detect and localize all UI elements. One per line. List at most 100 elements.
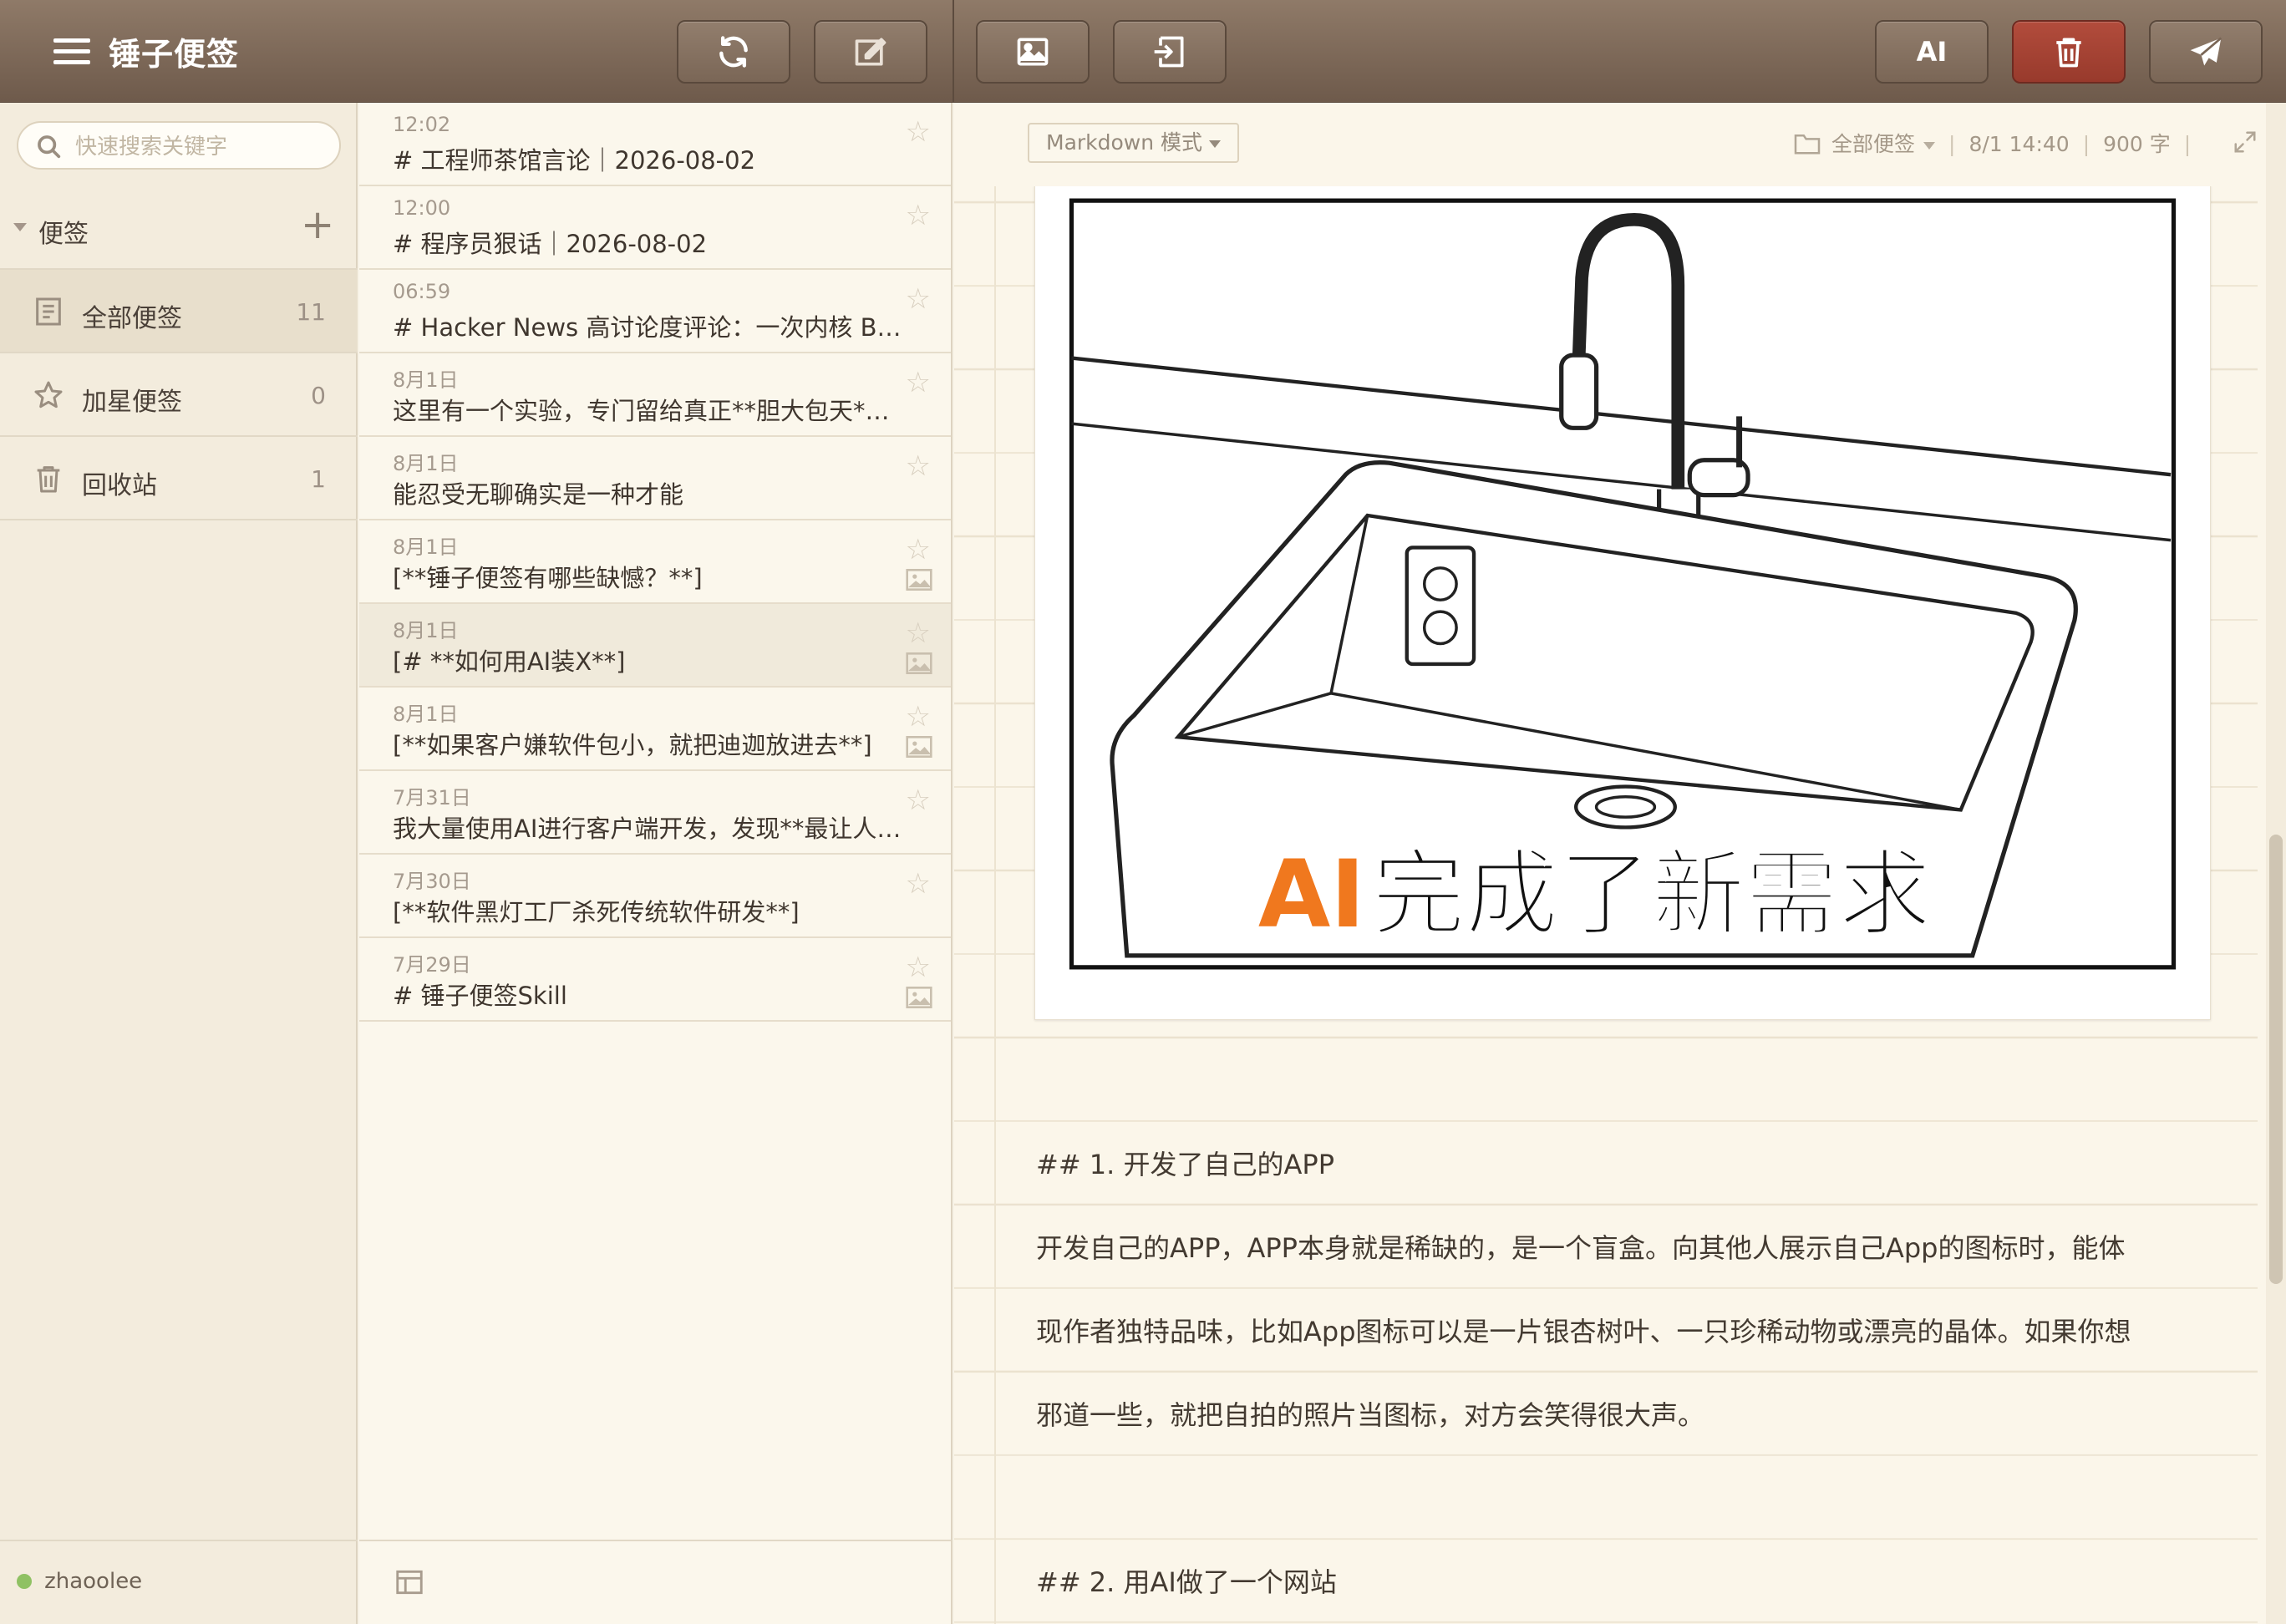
sidebar-item-count: 1 (311, 465, 326, 493)
delete-button[interactable] (2012, 20, 2126, 84)
note-time: 7月31日 (393, 786, 471, 809)
note-title: 这里有一个实验，专门留给真正**胆大包天*… (393, 397, 890, 425)
star-icon[interactable]: ☆ (906, 703, 931, 731)
note-list-item[interactable]: 12:00 # 程序员狠话｜2026-08-02 ☆ (359, 186, 951, 270)
heading-line: ## 2. 用AI做了一个网站 (1036, 1566, 1337, 1598)
note-list-item[interactable]: 8月1日 [# **如何用AI装X**] ☆ (359, 604, 951, 688)
editor-meta-bar: Markdown 模式 全部便签 | 8/1 14:40 | 900 字 | (954, 103, 2286, 186)
paragraph-line: 开发自己的APP，APP本身就是稀缺的，是一个盲盒。向其他人展示自己App的图标… (1036, 1232, 2126, 1264)
note-list-item[interactable]: 8月1日 [**锤子便签有哪些缺憾？**] ☆ (359, 520, 951, 604)
note-time: 8月1日 (393, 452, 459, 475)
caption-text: 完成了新需求 (1372, 840, 1932, 949)
menu-icon[interactable] (53, 38, 90, 65)
note-list-item[interactable]: 8月1日 [**如果客户嫌软件包小，就把迪迦放进去**] ☆ (359, 688, 951, 771)
sidebar-item-count: 0 (311, 382, 326, 409)
note-time: 8月1日 (393, 368, 459, 392)
search-box[interactable] (17, 121, 341, 170)
note-time: 7月30日 (393, 870, 471, 893)
sidebar-item-label: 加星便签 (82, 388, 182, 417)
star-icon (34, 381, 63, 409)
note-title: # 锤子便签Skill (393, 982, 567, 1010)
note-list-item[interactable]: 06:59 # Hacker News 高讨论度评论：一次内核 Bu… ☆ (359, 270, 951, 353)
markdown-mode-select[interactable]: Markdown 模式 (1028, 123, 1240, 163)
dropdown-arrow-icon (1923, 141, 1936, 150)
compose-icon (855, 38, 886, 66)
word-count: 900 字 (2103, 132, 2171, 156)
user-status[interactable]: zhaoolee (17, 1569, 142, 1594)
toolbar-divider (952, 0, 954, 103)
note-title: [**软件黑灯工厂杀死传统软件研发**] (393, 898, 800, 926)
image-icon (906, 569, 932, 591)
insert-image-button[interactable] (976, 20, 1090, 84)
note-title: # 程序员狠话｜2026-08-02 (393, 230, 708, 258)
star-icon[interactable]: ☆ (906, 786, 931, 815)
separator: | (1948, 132, 1956, 156)
caption-ai: AI (1258, 840, 1365, 949)
note-time: 7月29日 (393, 953, 471, 977)
sync-icon (719, 36, 748, 68)
note-time: 8月1日 (393, 619, 459, 642)
folder-icon (1794, 134, 1821, 155)
search-input[interactable] (75, 130, 326, 164)
folder-label: 全部便签 (1831, 132, 1916, 156)
trash-icon (37, 466, 60, 493)
star-icon[interactable]: ☆ (906, 368, 931, 397)
paragraph-line: 现作者独特品味，比如App图标可以是一片银杏树叶、一只珍稀动物或漂亮的晶体。如果… (1036, 1316, 2131, 1347)
note-icon (36, 297, 61, 326)
scrollbar-thumb[interactable] (2269, 835, 2283, 1284)
sync-button[interactable] (677, 20, 790, 84)
collapse-caret-icon[interactable] (13, 223, 27, 231)
layout-toggle-icon[interactable] (393, 1566, 426, 1598)
import-button[interactable] (1113, 20, 1227, 84)
note-list-item[interactable]: 12:02 # 工程师茶馆言论｜2026-08-02 ☆ (359, 103, 951, 186)
dropdown-arrow-icon (1209, 140, 1222, 148)
section-notes-header[interactable]: 便签 + (0, 186, 358, 270)
username: zhaoolee (44, 1569, 143, 1594)
sidebar-item-trash[interactable]: 回收站 1 (0, 437, 358, 520)
top-toolbar: 锤子便签 AI (0, 0, 2286, 103)
star-icon[interactable]: ☆ (906, 535, 931, 564)
send-icon (2190, 37, 2222, 66)
note-title: [# **如何用AI装X**] (393, 647, 626, 676)
star-icon[interactable]: ☆ (906, 953, 931, 982)
note-time: 8月1日 (393, 535, 459, 559)
note-time: 06:59 (393, 280, 451, 303)
sidebar-item-label: 全部便签 (82, 304, 182, 333)
fullscreen-icon[interactable] (2233, 129, 2258, 155)
star-icon[interactable]: ☆ (906, 118, 931, 146)
editor[interactable]: AI 完成了新需求 ## 1. 开发了自己的APP 开发自己的APP，APP本身… (954, 103, 2286, 1624)
star-icon[interactable]: ☆ (906, 201, 931, 230)
note-list-item[interactable]: 7月30日 [**软件黑灯工厂杀死传统软件研发**] ☆ (359, 855, 951, 938)
note-list-item[interactable]: 7月29日 # 锤子便签Skill ☆ (359, 938, 951, 1022)
separator: | (2082, 132, 2090, 156)
star-icon[interactable]: ☆ (906, 452, 931, 480)
embedded-image[interactable]: AI 完成了新需求 (1034, 185, 2211, 1020)
image-icon (906, 736, 932, 758)
editor-scrollbar[interactable] (2266, 103, 2286, 1624)
mode-label: Markdown 模式 (1046, 130, 1203, 155)
star-icon[interactable]: ☆ (906, 870, 931, 898)
sidebar-item-label: 回收站 (82, 471, 157, 500)
share-button[interactable] (2149, 20, 2263, 84)
star-icon[interactable]: ☆ (906, 619, 931, 647)
star-icon[interactable]: ☆ (906, 285, 931, 313)
trash-icon (2056, 38, 2081, 68)
new-note-button[interactable] (814, 20, 927, 84)
image-icon (906, 652, 932, 674)
ai-button[interactable]: AI (1875, 20, 1989, 84)
note-title: [**如果客户嫌软件包小，就把迪迦放进去**] (393, 731, 872, 759)
image-icon (1017, 38, 1049, 66)
note-list-item[interactable]: 8月1日这里有一个实验，专门留给真正**胆大包天*… ☆ (359, 353, 951, 437)
sidebar-footer-divider (0, 1540, 358, 1541)
note-list-footer-divider (359, 1540, 951, 1541)
note-list-item[interactable]: 8月1日 能忍受无聊确实是一种才能 ☆ (359, 437, 951, 520)
note-title: [**锤子便签有哪些缺憾？**] (393, 564, 703, 592)
sidebar: 便签 + 全部便签 11 加星便签 0 回收站 1 zhaoolee (0, 103, 358, 1624)
sidebar-item-all-notes[interactable]: 全部便签 11 (0, 270, 358, 353)
sidebar-item-starred[interactable]: 加星便签 0 (0, 353, 358, 437)
add-category-button[interactable]: + (301, 205, 334, 245)
note-list-item[interactable]: 7月31日 我大量使用AI进行客户端开发，发现**最让人… ☆ (359, 771, 951, 855)
paragraph-line: 邪道一些，就把自拍的照片当图标，对方会笑得很大声。 (1036, 1399, 1705, 1431)
note-list: 7月29日 # 锤子便签Skill ☆ 7月30日 [**软件黑灯工厂杀死传统软件研发*… (359, 103, 952, 1624)
folder-selector[interactable]: 全部便签 (1793, 132, 1936, 156)
